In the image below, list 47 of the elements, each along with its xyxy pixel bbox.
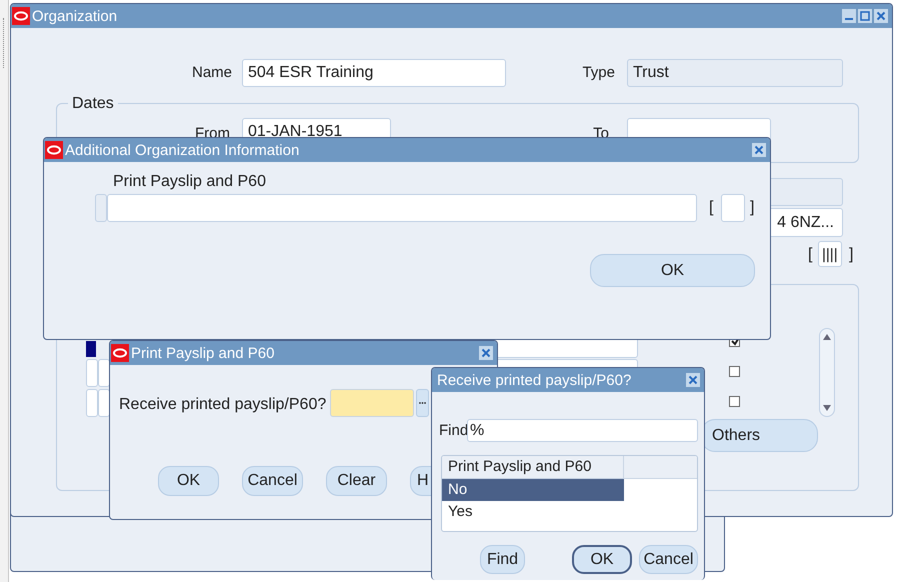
flexfield[interactable] [721, 194, 745, 222]
window-title: Receive printed payslip/P60? [437, 372, 632, 388]
minimize-icon[interactable] [842, 9, 856, 23]
record-cell[interactable] [86, 389, 98, 417]
scroll-down-icon[interactable] [823, 405, 831, 411]
window-title: Organization [32, 8, 118, 24]
dialog-button[interactable]: OK [572, 545, 632, 574]
list-row[interactable]: No [442, 479, 624, 501]
field-label: Name [190, 64, 232, 81]
bracket: ] [849, 246, 854, 264]
dialog-button[interactable]: Clear [326, 466, 387, 496]
dialog-button[interactable]: OK [158, 466, 219, 496]
close-icon[interactable] [752, 143, 766, 157]
maximize-icon[interactable] [858, 9, 872, 23]
logo-icon [111, 344, 129, 362]
scrollbar[interactable] [819, 328, 835, 417]
field-label: Receive printed payslip/P60? [119, 396, 326, 414]
checkbox[interactable] [729, 366, 740, 377]
checkbox[interactable] [729, 396, 740, 407]
column-header: Print Payslip and P60 [442, 456, 624, 478]
bracket: [ [808, 246, 812, 264]
field-label: Print Payslip and P60 [113, 173, 266, 191]
type-field[interactable]: Trust [627, 59, 843, 87]
dialog-button[interactable]: Cancel [242, 466, 303, 496]
name-field[interactable]: 504 ESR Training [242, 59, 506, 87]
answer-field[interactable] [330, 389, 414, 417]
field-label: Type [581, 64, 615, 81]
ok-button[interactable]: OK [590, 254, 755, 287]
record-cell[interactable] [95, 194, 107, 222]
record-cell[interactable] [86, 359, 98, 387]
close-icon[interactable] [686, 373, 700, 387]
dialog-button[interactable]: Cancel [639, 545, 698, 574]
find-field[interactable]: % [467, 419, 698, 442]
record-cell[interactable] [98, 389, 110, 417]
dialog-button[interactable]: Find [480, 545, 525, 574]
flexfield[interactable]: |||| [818, 241, 842, 267]
close-icon[interactable] [479, 346, 493, 360]
scroll-up-icon[interactable] [823, 334, 831, 340]
ellipsis-icon[interactable] [416, 389, 429, 417]
window-title: Print Payslip and P60 [131, 344, 274, 362]
record-indicator [86, 341, 96, 357]
field-label: Find [439, 422, 468, 439]
close-icon[interactable] [874, 9, 888, 23]
record-cell[interactable] [98, 359, 110, 387]
logo-icon [12, 7, 30, 25]
logo-icon [45, 141, 63, 159]
list-row[interactable]: Yes [442, 501, 624, 523]
